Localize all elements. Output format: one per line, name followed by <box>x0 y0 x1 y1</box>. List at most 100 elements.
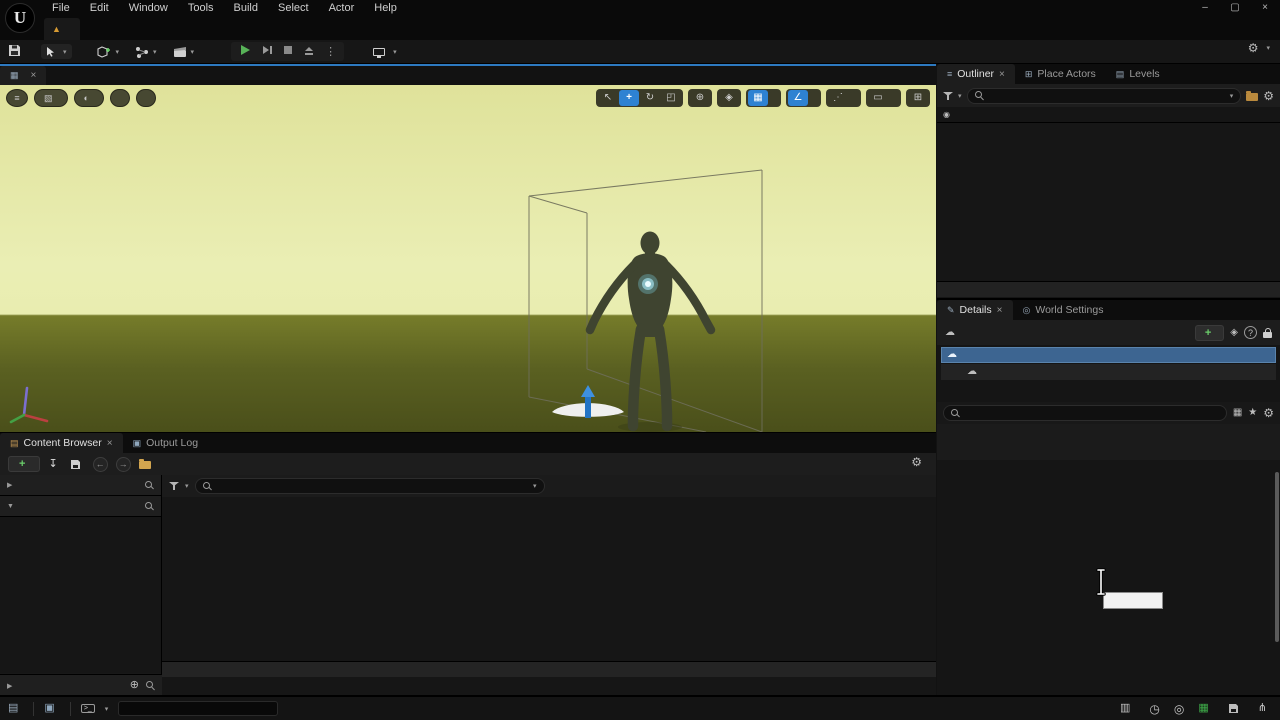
trace-button[interactable]: ▥ <box>1120 703 1135 714</box>
filter-icon[interactable] <box>943 91 953 101</box>
filter-icon[interactable] <box>169 481 179 491</box>
revision-control-button[interactable]: ⋔ <box>1258 703 1272 714</box>
save-current-level-icon[interactable] <box>8 44 21 60</box>
snapshot-icon[interactable]: ◎ <box>1174 703 1184 715</box>
platforms-dropdown[interactable]: ▾ <box>368 46 402 58</box>
add-collection-icon[interactable]: ⊕ <box>130 680 139 691</box>
content-drawer-button[interactable]: ▤ <box>8 703 23 714</box>
create-folder-icon[interactable] <box>1246 93 1258 101</box>
drawer-icon: ▤ <box>8 703 18 714</box>
camera-speed-button[interactable]: ▭ <box>868 90 888 106</box>
grid-snap-toggle[interactable]: ▦ <box>748 90 768 106</box>
menu-file[interactable]: File <box>42 1 80 15</box>
asset-search-input[interactable] <box>217 481 528 492</box>
select-tool[interactable]: ↖ <box>598 90 618 106</box>
tab-details[interactable]: ✎Details× <box>937 300 1013 320</box>
chevron-down-icon[interactable]: ▾ <box>533 482 537 490</box>
console-command-input[interactable] <box>118 701 278 716</box>
menu-actor[interactable]: Actor <box>319 1 365 15</box>
selection-mode-dropdown[interactable]: ▾ <box>41 44 72 59</box>
tab-level[interactable]: ▲ <box>44 18 80 40</box>
maximize-viewport-button[interactable]: ⊞ <box>908 90 928 106</box>
play-options-kebab-icon[interactable]: ⋮ <box>325 45 336 58</box>
import-button[interactable]: ↧ <box>48 459 61 470</box>
menu-window[interactable]: Window <box>119 1 178 15</box>
chevron-down-icon[interactable]: ▾ <box>1230 92 1234 100</box>
favorites-star-icon[interactable]: ★ <box>1248 408 1257 418</box>
tab-levels[interactable]: ▤Levels <box>1106 64 1170 84</box>
maximize-icon: ⊞ <box>914 93 922 103</box>
details-settings-icon[interactable]: ⚙ <box>1263 407 1274 419</box>
perspective-dropdown[interactable]: ▧ <box>34 89 68 107</box>
move-tool[interactable]: + <box>619 90 639 106</box>
editor-settings-dropdown[interactable]: ⚙ ▾ <box>1248 42 1270 54</box>
menu-edit[interactable]: Edit <box>80 1 119 15</box>
search-icon[interactable] <box>146 681 155 690</box>
cinematics-dropdown[interactable]: ▾ <box>168 44 200 60</box>
show-dropdown[interactable] <box>110 89 130 107</box>
eject-button[interactable] <box>303 45 315 59</box>
component-row[interactable]: ☁ <box>941 364 1276 380</box>
content-browser-settings[interactable]: ⚙ <box>911 456 926 468</box>
instance-row[interactable]: ☁ <box>941 347 1276 363</box>
insights-icon[interactable]: ◷ <box>1149 703 1159 715</box>
blueprints-dropdown[interactable]: ▾ <box>130 44 162 60</box>
tab-outliner[interactable]: ≡Outliner× <box>937 64 1015 84</box>
forward-button[interactable]: → <box>116 457 131 472</box>
scale-tool[interactable]: ◰ <box>661 90 681 106</box>
search-icon[interactable] <box>145 502 154 511</box>
tab-output-log[interactable]: ▣Output Log <box>123 433 208 453</box>
scalability-badge[interactable] <box>136 89 156 107</box>
details-search-input[interactable] <box>965 408 1219 419</box>
tab-content-browser[interactable]: ▤Content Browser× <box>0 433 123 453</box>
blueprint-convert-icon[interactable]: ◈ <box>1230 328 1238 338</box>
lock-icon[interactable] <box>1263 332 1272 338</box>
collections-header[interactable]: ▶ ⊕ <box>0 674 162 696</box>
menu-build[interactable]: Build <box>224 1 268 15</box>
outliner-search-input[interactable] <box>989 90 1225 101</box>
details-scrollbar[interactable] <box>1275 472 1279 642</box>
close-icon[interactable]: × <box>999 69 1005 80</box>
maximize-icon[interactable]: ▢ <box>1220 0 1250 16</box>
cmd-dropdown[interactable]: >_ ▾ <box>81 704 109 713</box>
tab-world-settings[interactable]: ◎World Settings <box>1013 300 1114 320</box>
rotate-tool[interactable]: ↻ <box>640 90 660 106</box>
close-icon[interactable]: × <box>997 305 1003 316</box>
add-asset-button[interactable]: + <box>8 456 40 472</box>
rotation-snap-toggle[interactable]: ∠ <box>788 90 808 106</box>
close-icon[interactable]: × <box>31 70 37 81</box>
output-log-button[interactable]: ▣ <box>44 703 59 714</box>
visibility-eye-icon[interactable]: ◉ <box>943 111 950 119</box>
view-mode-dropdown[interactable]: ◐ <box>74 89 104 107</box>
favorites-header[interactable]: ▶ <box>0 475 161 496</box>
menu-tools[interactable]: Tools <box>178 1 224 15</box>
help-icon[interactable]: ? <box>1244 326 1257 339</box>
surface-snapping-toggle[interactable]: ◈ <box>719 90 739 106</box>
scale-snap-toggle[interactable]: ⋰ <box>828 90 848 106</box>
menu-select[interactable]: Select <box>268 1 319 15</box>
add-component-button[interactable]: + <box>1195 325 1224 341</box>
tab-place-actors[interactable]: ⊞Place Actors <box>1015 64 1106 84</box>
unsaved-button[interactable] <box>1228 703 1244 714</box>
add-actor-dropdown[interactable]: ▾ <box>92 43 125 60</box>
output-log-icon: ▣ <box>133 439 142 448</box>
display-filter-icon[interactable]: ▦ <box>1233 408 1242 418</box>
project-root-header[interactable]: ▼ <box>0 496 161 517</box>
close-icon[interactable]: × <box>107 438 113 449</box>
back-button[interactable]: ← <box>93 457 108 472</box>
viewport-options-menu[interactable]: ≡ <box>6 89 28 107</box>
minimize-icon[interactable]: – <box>1190 0 1220 16</box>
world-local-toggle[interactable]: ⊕ <box>690 90 710 106</box>
component-icon: ☁ <box>967 367 977 377</box>
derived-data-button[interactable]: ▦ <box>1198 703 1213 714</box>
close-icon[interactable]: × <box>1250 0 1280 16</box>
frame-skip-button[interactable] <box>261 44 273 59</box>
viewport-3d-canvas[interactable]: ≡ ▧ ◐ ↖ + ↻ ◰ ⊕ ◈ ▦ <box>0 85 936 432</box>
play-button[interactable] <box>239 44 251 59</box>
search-icon[interactable] <box>145 481 154 490</box>
save-all-button[interactable] <box>70 459 85 470</box>
outliner-settings-icon[interactable]: ⚙ <box>1263 90 1274 102</box>
tab-viewport-2[interactable]: ▦ × <box>0 66 46 85</box>
stop-button[interactable] <box>283 45 293 58</box>
menu-help[interactable]: Help <box>364 1 407 15</box>
